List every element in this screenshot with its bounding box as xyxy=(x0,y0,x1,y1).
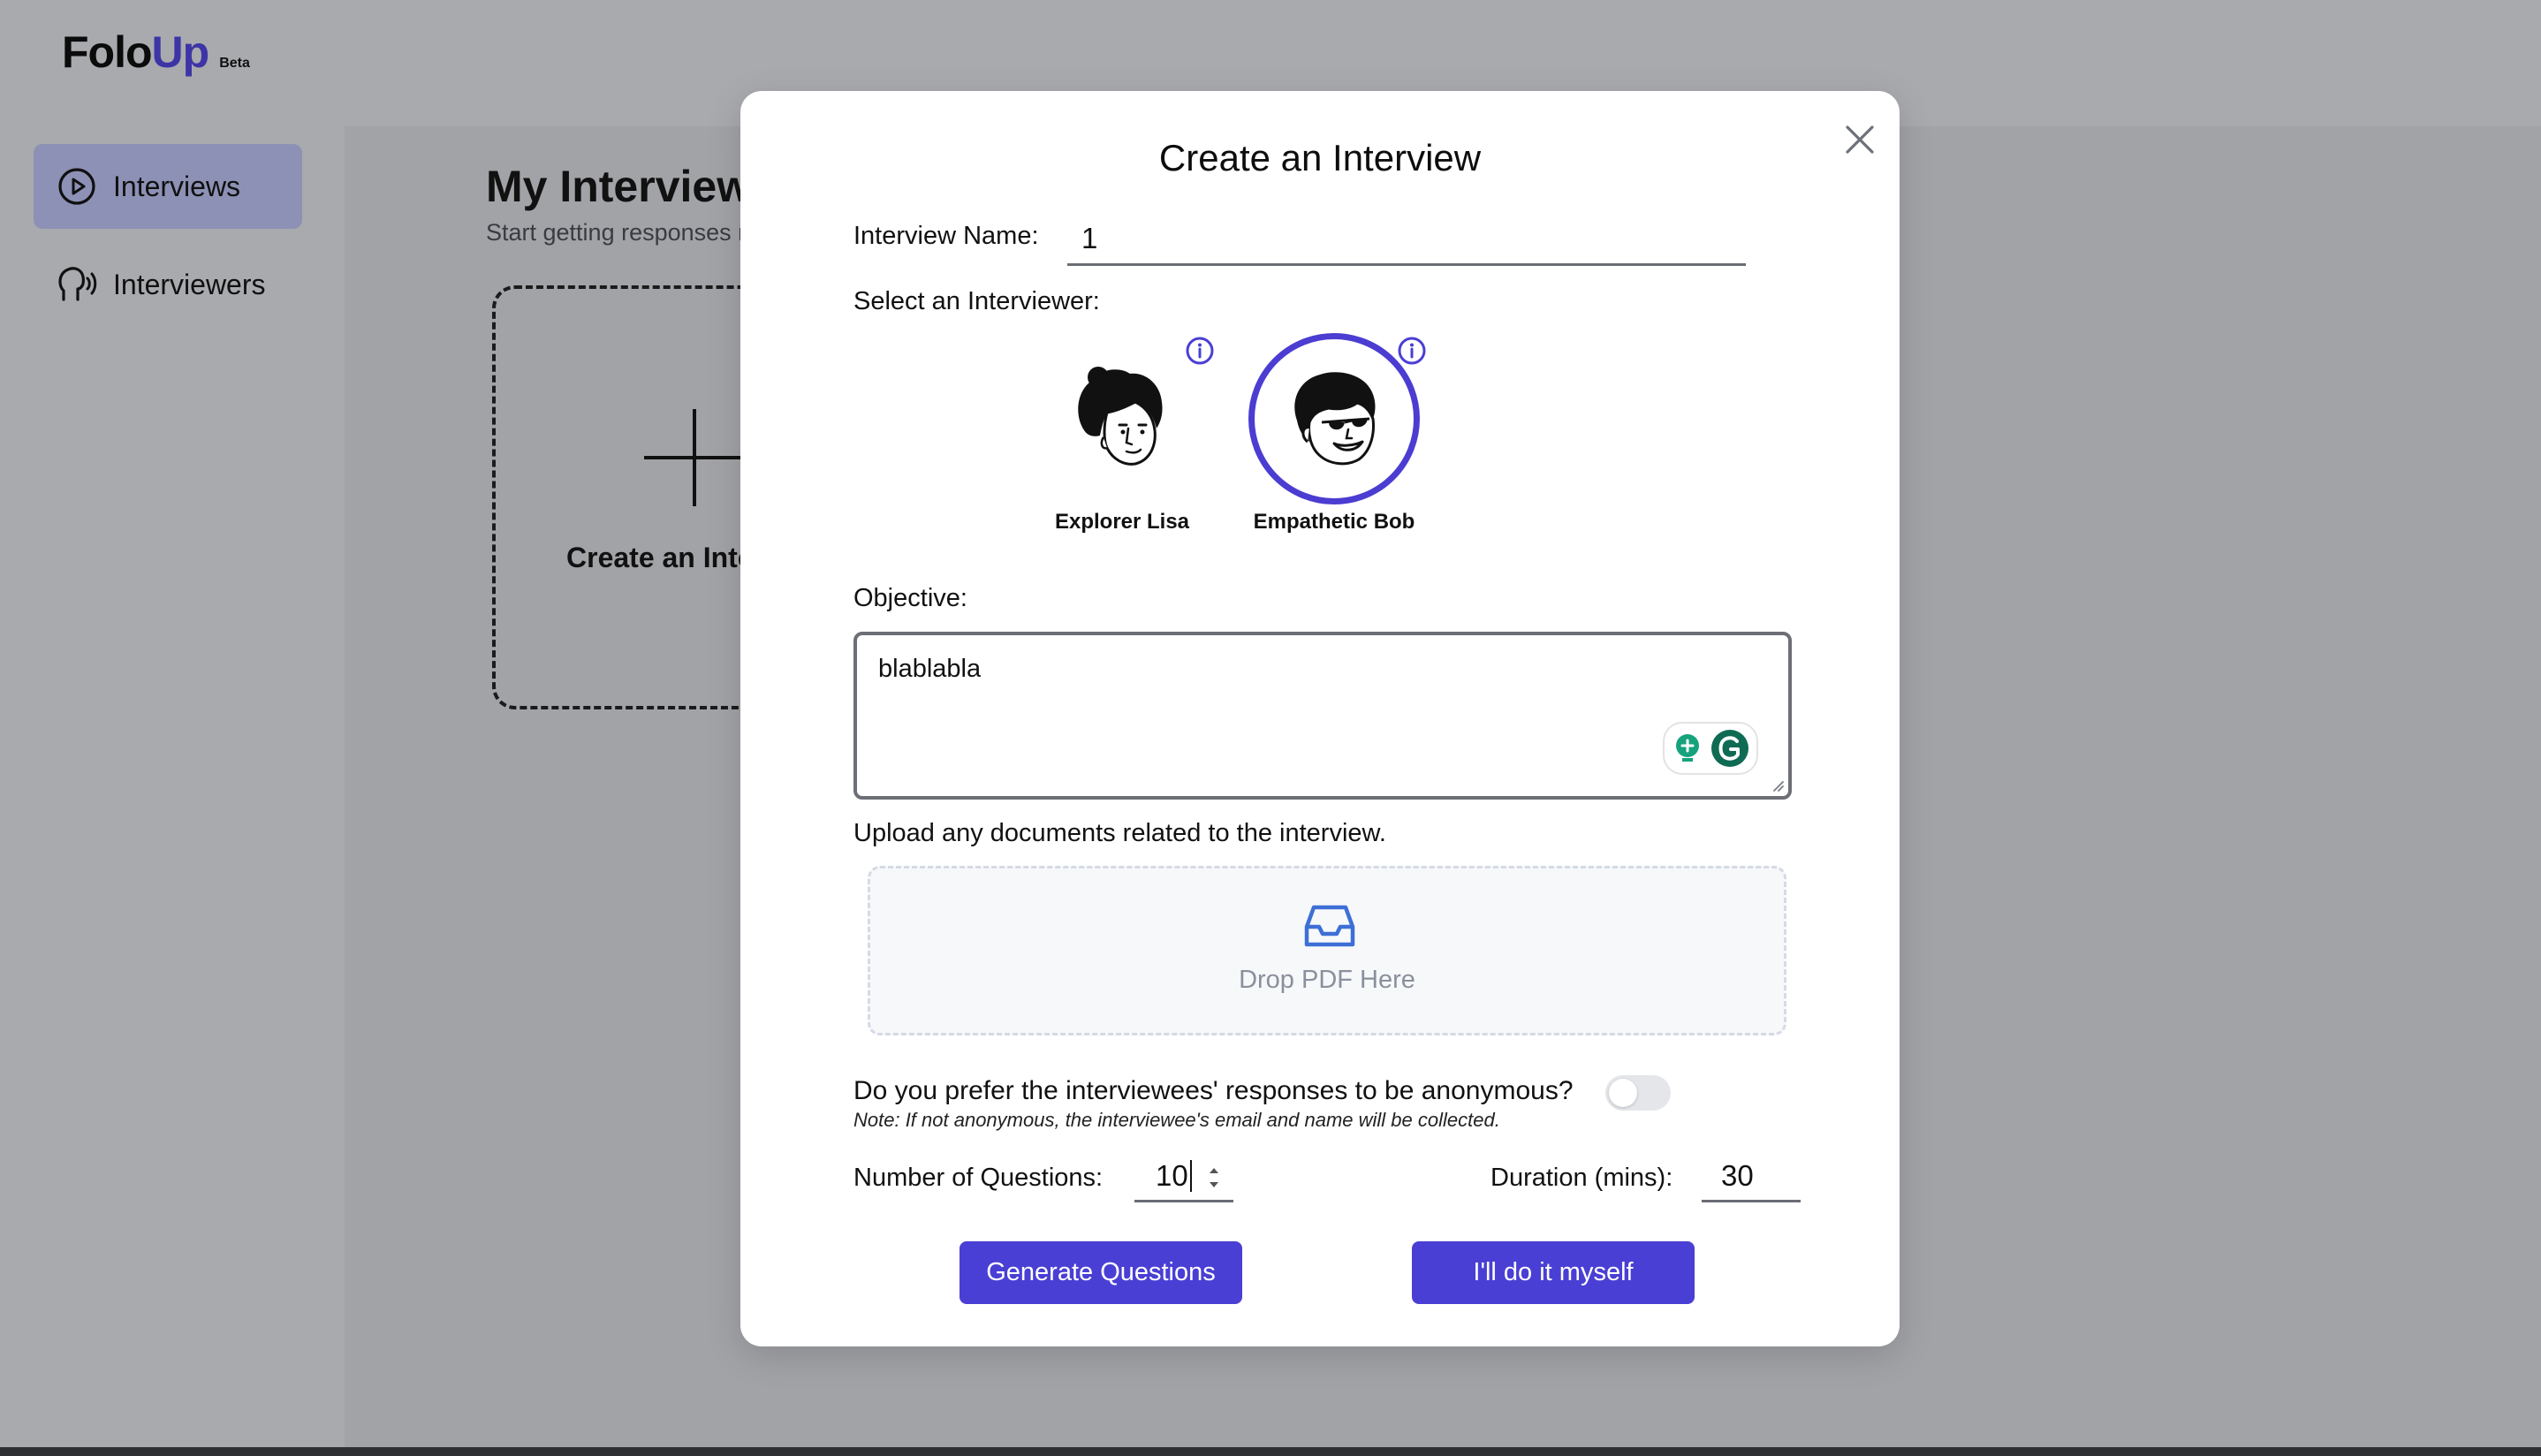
objective-textarea[interactable]: blablabla xyxy=(853,632,1792,800)
sidebar: Interviews Interviewers xyxy=(0,126,345,1447)
bottom-strip xyxy=(0,1447,2541,1456)
sidebar-item-interviews[interactable]: Interviews xyxy=(34,144,302,229)
anonymous-question: Do you prefer the interviewees' response… xyxy=(853,1076,1574,1105)
num-questions-label: Number of Questions: xyxy=(853,1164,1104,1192)
pdf-dropzone[interactable]: Drop PDF Here xyxy=(868,866,1786,1035)
speaking-head-icon xyxy=(57,264,97,305)
sidebar-item-label: Interviewers xyxy=(113,268,266,300)
toggle-knob xyxy=(1609,1079,1637,1107)
duration-label: Duration (mins): xyxy=(1490,1164,1673,1192)
grammarly-icon xyxy=(1711,730,1748,767)
interview-name-label: Interview Name: xyxy=(853,222,1039,250)
objective-label: Objective: xyxy=(853,584,967,612)
text-cursor xyxy=(1189,1159,1192,1192)
logo-text-folo: Folo xyxy=(62,27,153,77)
avatar-selected-ring xyxy=(1248,333,1420,504)
duration-input[interactable]: 30 xyxy=(1702,1151,1801,1202)
info-icon[interactable] xyxy=(1396,335,1428,367)
play-circle-icon xyxy=(57,166,97,207)
select-interviewer-label: Select an Interviewer: xyxy=(853,287,1100,315)
anonymous-note: Note: If not anonymous, the interviewee'… xyxy=(853,1109,1500,1131)
sidebar-item-interviewers[interactable]: Interviewers xyxy=(34,242,302,327)
lisa-avatar-icon xyxy=(1078,367,1163,466)
modal-title: Create an Interview xyxy=(1158,137,1482,178)
beta-badge: Beta xyxy=(219,56,250,71)
duration-value: 30 xyxy=(1721,1158,1754,1192)
create-interview-modal: Create an Interview Interview Name: Sele… xyxy=(740,91,1900,1346)
inbox-tray-icon xyxy=(1304,905,1355,947)
upload-label: Upload any documents related to the inte… xyxy=(853,819,1386,847)
app-logo[interactable]: FoloUp Beta xyxy=(62,27,250,78)
objective-text: blablabla xyxy=(878,655,982,683)
lightbulb-icon xyxy=(1676,734,1699,762)
interviewer-name: Explorer Lisa xyxy=(1054,510,1190,534)
bob-avatar-icon xyxy=(1294,372,1376,466)
dropzone-text: Drop PDF Here xyxy=(1239,966,1415,994)
grammarly-widget[interactable] xyxy=(1663,722,1758,775)
interview-name-input[interactable] xyxy=(1067,213,1746,266)
stepper-arrows-icon[interactable] xyxy=(1205,1160,1223,1195)
interviewer-name: Empathetic Bob xyxy=(1253,510,1415,534)
do-it-myself-button[interactable]: I'll do it myself xyxy=(1412,1241,1695,1304)
anonymous-toggle[interactable] xyxy=(1605,1075,1671,1111)
sidebar-item-label: Interviews xyxy=(113,170,241,202)
generate-questions-button[interactable]: Generate Questions xyxy=(960,1241,1242,1304)
num-questions-input[interactable]: 10 xyxy=(1134,1151,1233,1202)
page-subtitle: Start getting responses now! xyxy=(486,219,742,246)
avatar xyxy=(1036,333,1208,504)
resize-handle-icon[interactable] xyxy=(1771,778,1785,792)
logo-text-up: Up xyxy=(151,27,210,77)
page-title: My Interviews xyxy=(486,162,742,211)
num-questions-value: 10 xyxy=(1156,1158,1188,1192)
info-icon[interactable] xyxy=(1184,335,1216,367)
